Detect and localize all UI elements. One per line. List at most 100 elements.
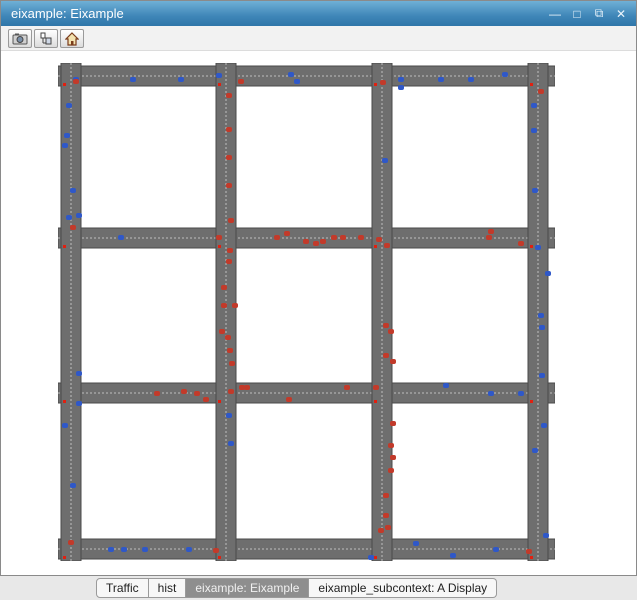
- car-red: [286, 397, 292, 402]
- car-blue: [443, 383, 449, 388]
- car-blue: [532, 448, 538, 453]
- car-blue: [502, 72, 508, 77]
- car-red: [226, 259, 232, 264]
- car-blue: [539, 325, 545, 330]
- car-blue: [216, 73, 222, 78]
- car-blue: [178, 77, 184, 82]
- car-red: [380, 80, 386, 85]
- inspect-agents-icon: [40, 32, 52, 44]
- car-red: [226, 155, 232, 160]
- car-blue: [226, 413, 232, 418]
- car-red: [340, 235, 346, 240]
- close-icon[interactable]: ✕: [612, 5, 630, 22]
- car-red: [373, 385, 379, 390]
- traffic-light-marker: [530, 556, 533, 559]
- car-blue: [130, 77, 136, 82]
- title-bar[interactable]: eixample: Eixample — □ ⧉ ✕: [1, 1, 636, 26]
- car-blue: [450, 553, 456, 558]
- car-blue: [70, 483, 76, 488]
- car-blue: [493, 547, 499, 552]
- car-red: [388, 329, 394, 334]
- toolbar: [1, 26, 636, 51]
- car-red: [68, 540, 74, 545]
- car-blue: [66, 215, 72, 220]
- traffic-light-marker: [218, 245, 221, 248]
- traffic-light-marker: [218, 400, 221, 403]
- car-blue: [62, 143, 68, 148]
- car-red: [488, 229, 494, 234]
- car-blue: [398, 77, 404, 82]
- car-red: [486, 235, 492, 240]
- car-red: [378, 528, 384, 533]
- car-red: [194, 391, 200, 396]
- tab-hist[interactable]: hist: [148, 578, 187, 598]
- tab-eixample[interactable]: eixample: Eixample: [186, 578, 310, 598]
- tab-traffic[interactable]: Traffic: [96, 578, 149, 598]
- car-red: [331, 235, 337, 240]
- car-blue: [121, 547, 127, 552]
- car-blue: [532, 188, 538, 193]
- car-blue: [142, 547, 148, 552]
- car-red: [388, 443, 394, 448]
- car-red: [226, 183, 232, 188]
- car-red: [383, 323, 389, 328]
- minimize-icon[interactable]: —: [546, 5, 564, 22]
- car-blue: [488, 391, 494, 396]
- traffic-grid-display[interactable]: [58, 63, 555, 561]
- car-red: [303, 239, 309, 244]
- car-blue: [186, 547, 192, 552]
- car-red: [181, 389, 187, 394]
- car-blue: [76, 371, 82, 376]
- car-red: [390, 359, 396, 364]
- traffic-light-marker: [374, 245, 377, 248]
- car-blue: [108, 547, 114, 552]
- car-red: [390, 455, 396, 460]
- car-red: [385, 525, 391, 530]
- car-red: [203, 397, 209, 402]
- car-red: [284, 231, 290, 236]
- car-red: [526, 549, 532, 554]
- car-blue: [76, 213, 82, 218]
- traffic-light-marker: [63, 245, 66, 248]
- window-controls: — □ ⧉ ✕: [546, 5, 630, 22]
- car-blue: [294, 79, 300, 84]
- car-blue: [531, 128, 537, 133]
- car-red: [226, 127, 232, 132]
- car-blue: [382, 158, 388, 163]
- maximize-icon[interactable]: ⧉: [590, 5, 608, 22]
- restore-icon[interactable]: □: [568, 5, 586, 22]
- inspect-button[interactable]: [34, 29, 58, 48]
- traffic-light-marker: [530, 400, 533, 403]
- car-blue: [288, 72, 294, 77]
- view-tabs: Traffic hist eixample: Eixample eixample…: [96, 578, 498, 598]
- camera-icon: [12, 33, 28, 44]
- traffic-light-marker: [63, 400, 66, 403]
- car-red: [70, 225, 76, 230]
- car-blue: [76, 401, 82, 406]
- car-blue: [62, 423, 68, 428]
- car-red: [216, 235, 222, 240]
- traffic-light-marker: [63, 83, 66, 86]
- simulation-window: eixample: Eixample — □ ⧉ ✕: [0, 0, 637, 576]
- car-red: [358, 235, 364, 240]
- traffic-light-marker: [218, 83, 221, 86]
- car-red: [383, 493, 389, 498]
- car-blue: [70, 188, 76, 193]
- car-blue: [64, 133, 70, 138]
- car-red: [226, 93, 232, 98]
- car-blue: [118, 235, 124, 240]
- car-blue: [535, 245, 541, 250]
- car-blue: [398, 85, 404, 90]
- car-red: [538, 89, 544, 94]
- tab-eixample-subcontext[interactable]: eixample_subcontext: A Display: [309, 578, 498, 598]
- car-red: [227, 348, 233, 353]
- car-red: [384, 243, 390, 248]
- car-red: [518, 241, 524, 246]
- car-red: [229, 361, 235, 366]
- car-red: [219, 329, 225, 334]
- home-icon: [65, 31, 79, 46]
- car-blue: [545, 271, 551, 276]
- home-button[interactable]: [60, 29, 84, 48]
- snapshot-button[interactable]: [8, 29, 32, 48]
- car-blue: [531, 103, 537, 108]
